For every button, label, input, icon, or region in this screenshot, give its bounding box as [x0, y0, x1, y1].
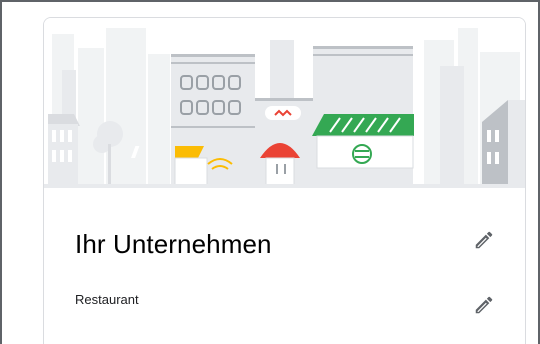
storefront-illustration-svg: [44, 28, 525, 188]
business-profile-card: Ihr Unternehmen Restaurant: [43, 17, 526, 344]
edit-name-button[interactable]: [471, 227, 497, 253]
pencil-icon: [475, 296, 493, 314]
edit-category-button[interactable]: [471, 292, 497, 318]
storefront-illustration: [44, 18, 525, 188]
pencil-icon: [475, 231, 493, 249]
business-name: Ihr Unternehmen: [75, 229, 272, 259]
business-category: Restaurant: [75, 292, 139, 307]
